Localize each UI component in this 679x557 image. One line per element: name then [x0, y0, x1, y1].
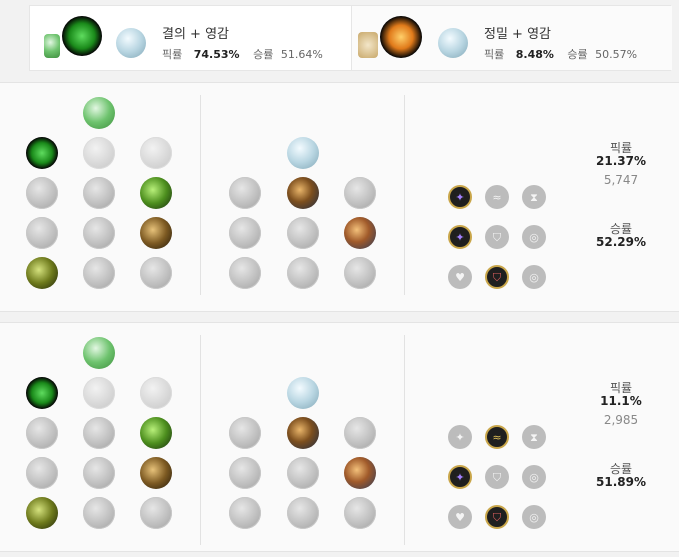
games-count: 2,985: [603, 413, 639, 427]
health-shard-icon[interactable]: ♥: [448, 505, 472, 529]
divider: [404, 95, 405, 295]
pick-rate-label: 픽률: [162, 48, 183, 61]
tab-resolve-inspiration[interactable]: 결의 + 영감 픽률 74.53% 승률 51.64%: [30, 6, 351, 70]
inspiration-tree-icon: [438, 28, 468, 58]
unflinching-icon[interactable]: [140, 497, 172, 529]
future-market-icon[interactable]: [229, 217, 261, 249]
magic-resist-shard-icon[interactable]: ◎: [522, 225, 546, 249]
hextech-flashtraption-icon[interactable]: [229, 417, 261, 449]
win-rate-label: 승률: [253, 48, 274, 61]
resolve-tree-icon: [44, 34, 60, 58]
health-shard-icon[interactable]: ♥: [448, 265, 472, 289]
attack-speed-shard-icon[interactable]: ≈: [485, 425, 509, 449]
divider: [200, 335, 201, 545]
bone-plating-icon[interactable]: [140, 457, 172, 489]
font-of-life-icon[interactable]: [83, 417, 115, 449]
unflinching-icon[interactable]: [140, 257, 172, 289]
guardian-icon[interactable]: [140, 137, 172, 169]
grasp-of-the-undying-icon[interactable]: [26, 377, 58, 409]
resolve-tree-icon: [83, 97, 115, 129]
ability-haste-shard-icon[interactable]: ⧗: [522, 185, 546, 209]
overgrowth-icon[interactable]: [26, 497, 58, 529]
rune-page-tabs: 결의 + 영감 픽률 74.53% 승률 51.64% 정밀 + 영감 픽률 8…: [29, 5, 672, 71]
cosmic-insight-icon[interactable]: [229, 497, 261, 529]
conqueror-icon: [380, 16, 422, 58]
win-rate-value: 50.57%: [595, 48, 638, 61]
divider: [404, 335, 405, 545]
minion-dematerializer-icon[interactable]: [287, 457, 319, 489]
biscuit-delivery-icon[interactable]: [344, 457, 376, 489]
rune-build-1: ✦ ≈ ⧗ ✦ ⛉ ◎ ♥ ⛉ ◎ 픽률 21.37% 5,747 승률 52.…: [0, 82, 679, 312]
aftershock-icon[interactable]: [83, 137, 115, 169]
font-of-life-icon[interactable]: [83, 177, 115, 209]
cosmic-insight-icon[interactable]: [229, 257, 261, 289]
pick-rate-value: 21.37%: [596, 154, 646, 168]
win-rate-value: 51.89%: [596, 475, 646, 489]
resolve-tree-icon: [83, 337, 115, 369]
shield-bash-icon[interactable]: [140, 177, 172, 209]
adaptive-force-shard-icon[interactable]: ✦: [448, 185, 472, 209]
tab-title: 정밀 + 영감: [484, 27, 551, 42]
biscuit-delivery-icon[interactable]: [344, 217, 376, 249]
ability-haste-shard-icon[interactable]: ⧗: [522, 425, 546, 449]
adaptive-force-shard-icon[interactable]: ✦: [448, 425, 472, 449]
games-count: 5,747: [603, 173, 639, 187]
pick-rate-value: 11.1%: [600, 394, 642, 408]
armor-shard-icon[interactable]: ⛉: [485, 265, 509, 289]
triple-tonic-icon[interactable]: [344, 177, 376, 209]
overgrowth-icon[interactable]: [26, 257, 58, 289]
tab-stats: 픽률 74.53% 승률 51.64%: [162, 46, 323, 62]
conditioning-icon[interactable]: [26, 217, 58, 249]
triple-tonic-icon[interactable]: [344, 417, 376, 449]
magical-footwear-icon[interactable]: [287, 177, 319, 209]
second-wind-icon[interactable]: [83, 217, 115, 249]
rune-build-2: ✦ ≈ ⧗ ✦ ⛉ ◎ ♥ ⛉ ◎ 픽률 11.1% 2,985 승률 51.8…: [0, 322, 679, 552]
win-rate-label: 승률: [567, 48, 588, 61]
approach-velocity-icon[interactable]: [287, 257, 319, 289]
tab-stats: 픽률 8.48% 승률 50.57%: [484, 46, 637, 62]
pick-rate-value: 8.48%: [515, 48, 554, 61]
approach-velocity-icon[interactable]: [287, 497, 319, 529]
minion-dematerializer-icon[interactable]: [287, 217, 319, 249]
magic-resist-shard-icon[interactable]: ◎: [522, 265, 546, 289]
grasp-of-the-undying-icon[interactable]: [26, 137, 58, 169]
demolish-icon[interactable]: [26, 417, 58, 449]
adaptive-force-shard-icon[interactable]: ✦: [448, 225, 472, 249]
magic-resist-shard-icon[interactable]: ◎: [522, 465, 546, 489]
adaptive-force-shard-icon[interactable]: ✦: [448, 465, 472, 489]
precision-tree-icon: [358, 32, 378, 58]
demolish-icon[interactable]: [26, 177, 58, 209]
conditioning-icon[interactable]: [26, 457, 58, 489]
revitalize-icon[interactable]: [83, 257, 115, 289]
second-wind-icon[interactable]: [83, 457, 115, 489]
inspiration-tree-icon: [287, 377, 319, 409]
shield-bash-icon[interactable]: [140, 417, 172, 449]
win-rate-value: 51.64%: [280, 48, 323, 61]
revitalize-icon[interactable]: [83, 497, 115, 529]
inspiration-tree-icon: [287, 137, 319, 169]
magic-resist-shard-icon[interactable]: ◎: [522, 505, 546, 529]
guardian-icon[interactable]: [140, 377, 172, 409]
hextech-flashtraption-icon[interactable]: [229, 177, 261, 209]
future-market-icon[interactable]: [229, 457, 261, 489]
time-warp-tonic-icon[interactable]: [344, 497, 376, 529]
armor-shard-icon[interactable]: ⛉: [485, 225, 509, 249]
magical-footwear-icon[interactable]: [287, 417, 319, 449]
pick-rate-value: 74.53%: [193, 48, 240, 61]
time-warp-tonic-icon[interactable]: [344, 257, 376, 289]
armor-shard-icon[interactable]: ⛉: [485, 505, 509, 529]
attack-speed-shard-icon[interactable]: ≈: [485, 185, 509, 209]
armor-shard-icon[interactable]: ⛉: [485, 465, 509, 489]
tab-precision-inspiration[interactable]: 정밀 + 영감 픽률 8.48% 승률 50.57%: [351, 6, 672, 70]
win-rate-value: 52.29%: [596, 235, 646, 249]
bone-plating-icon[interactable]: [140, 217, 172, 249]
divider: [200, 95, 201, 295]
inspiration-tree-icon: [116, 28, 146, 58]
aftershock-icon[interactable]: [83, 377, 115, 409]
tab-title: 결의 + 영감: [162, 27, 229, 42]
grasp-of-the-undying-icon: [62, 16, 102, 56]
pick-rate-label: 픽률: [484, 48, 505, 61]
